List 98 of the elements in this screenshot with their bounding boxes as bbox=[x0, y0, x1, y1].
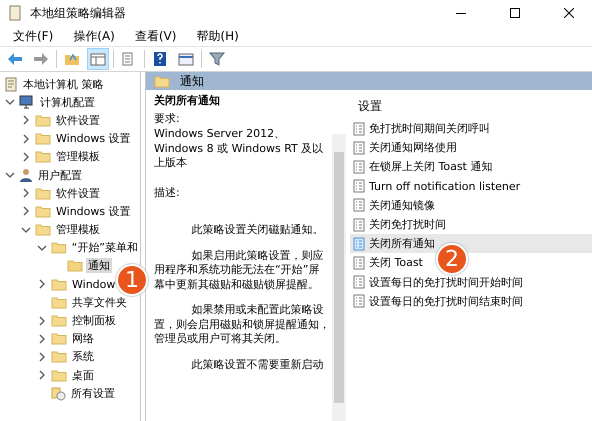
description-label: 描述: bbox=[154, 186, 181, 200]
chevron-right-icon[interactable] bbox=[21, 152, 31, 162]
tree-item[interactable]: 本地计算机 策略 bbox=[21, 76, 106, 92]
setting-item[interactable]: 设置每日的免打扰时间开始时间 bbox=[350, 272, 525, 292]
menu-item[interactable]: 查看(V) bbox=[126, 28, 186, 44]
minimize-icon bbox=[456, 12, 466, 14]
window-icon bbox=[178, 52, 194, 66]
policy-setting-icon bbox=[353, 179, 365, 194]
pane-icon bbox=[90, 52, 106, 66]
description-paragraph: 此策略设置关闭磁贴通知。 bbox=[190, 223, 324, 238]
settings-icon bbox=[51, 386, 66, 401]
setting-item[interactable]: 关闭通知镜像 bbox=[350, 196, 437, 215]
tree-item[interactable]: 管理模板 bbox=[54, 149, 102, 164]
setting-item[interactable]: 关闭 Toast bbox=[350, 253, 425, 272]
folder-icon bbox=[51, 241, 67, 254]
policy-setting-icon bbox=[353, 275, 365, 290]
folder-icon bbox=[51, 332, 67, 346]
tree-item[interactable]: 共享文件夹 bbox=[70, 294, 129, 310]
folder-icon bbox=[35, 223, 51, 236]
folder-icon bbox=[51, 350, 67, 364]
column-heading: 设置 bbox=[358, 98, 383, 115]
policy-setting-icon bbox=[353, 140, 365, 155]
help-icon bbox=[153, 51, 167, 67]
folder-icon bbox=[51, 278, 67, 291]
chevron-right-icon[interactable] bbox=[21, 188, 31, 198]
tree-item[interactable]: Window bbox=[70, 278, 118, 291]
setting-item[interactable]: 设置每日的免打扰时间结束时间 bbox=[350, 292, 525, 311]
chevron-right-icon[interactable] bbox=[21, 115, 31, 126]
folder-icon bbox=[51, 314, 67, 328]
chevron-right-icon[interactable] bbox=[37, 370, 47, 380]
tree-item[interactable]: 软件设置 bbox=[54, 186, 102, 201]
filter-icon bbox=[209, 51, 225, 67]
policy-setting-icon bbox=[353, 236, 365, 251]
description-paragraph: 如果禁用或未配置此策略设置，则会启用磁贴和锁屏提醒通知，管理员或用户可将其关闭。 bbox=[154, 303, 330, 346]
description-paragraph: 如果启用此策略设置，则应用程序和系统功能无法在“开始”屏幕中更新其磁贴和磁贴锁屏提醒。 bbox=[154, 248, 324, 292]
tree-item[interactable]: 桌面 bbox=[70, 368, 96, 383]
back-arrow-icon bbox=[7, 52, 23, 66]
tree-item[interactable]: 计算机配置 bbox=[38, 94, 97, 110]
setting-item[interactable]: 免打扰时间期间关闭呼叫 bbox=[350, 119, 492, 138]
tree-item[interactable]: 控制面板 bbox=[70, 313, 118, 328]
tree-item[interactable]: 管理模板 bbox=[54, 222, 102, 238]
tree-item[interactable]: 系统 bbox=[70, 349, 96, 364]
number-callout-tooltip: 1 bbox=[116, 264, 148, 296]
scrollbar[interactable] bbox=[332, 134, 346, 421]
setting-item[interactable]: 在锁屏上关闭 Toast 通知 bbox=[350, 157, 494, 177]
tree-item[interactable]: 通知 bbox=[86, 258, 112, 274]
tree-item[interactable]: 网络 bbox=[70, 331, 96, 346]
folder-icon bbox=[35, 150, 51, 164]
folder-icon bbox=[35, 186, 51, 200]
chevron-down-icon[interactable] bbox=[5, 97, 15, 108]
folder-icon bbox=[51, 368, 67, 382]
requirement-label: 要求: bbox=[154, 112, 181, 126]
menu-item[interactable]: 文件(F) bbox=[4, 28, 62, 44]
tree-item[interactable]: Windows 设置 bbox=[54, 204, 133, 219]
policy-setting-icon bbox=[353, 160, 365, 174]
folder-icon bbox=[67, 259, 83, 272]
setting-item[interactable]: Turn off notification listener bbox=[350, 176, 522, 196]
folder-icon bbox=[154, 74, 170, 88]
policy-setting-icon bbox=[353, 256, 365, 270]
forward-arrow-icon bbox=[33, 52, 49, 66]
tree-item[interactable]: 用户配置 bbox=[36, 168, 84, 183]
chevron-right-icon[interactable] bbox=[37, 334, 47, 344]
tree-item[interactable]: “开始”菜单和 bbox=[70, 240, 140, 256]
computer-icon bbox=[19, 95, 35, 110]
menu-item[interactable]: 操作(A) bbox=[64, 28, 124, 44]
policy-title: 关闭所有通知 bbox=[154, 94, 221, 108]
chevron-right-icon[interactable] bbox=[37, 279, 47, 290]
policy-setting-icon bbox=[353, 294, 365, 308]
setting-item[interactable]: 关闭通知网络使用 bbox=[350, 138, 459, 158]
policy-setting-icon bbox=[353, 122, 365, 136]
folder-up-icon bbox=[64, 52, 80, 66]
chevron-right-icon[interactable] bbox=[21, 206, 31, 216]
number-callout-tooltip: 2 bbox=[436, 243, 468, 275]
folder-icon bbox=[35, 114, 51, 127]
menu-item[interactable]: 帮助(H) bbox=[187, 28, 248, 44]
chevron-down-icon[interactable] bbox=[37, 242, 47, 253]
folder-icon bbox=[51, 296, 67, 309]
policy-setting-icon bbox=[353, 198, 365, 212]
toolbar-button[interactable] bbox=[87, 48, 109, 70]
chevron-right-icon[interactable] bbox=[37, 316, 47, 326]
description-paragraph: 此策略设置不需要重新启动 bbox=[190, 358, 324, 372]
chevron-right-icon[interactable] bbox=[21, 134, 31, 144]
setting-item[interactable]: 关闭免打扰时间 bbox=[350, 214, 448, 234]
tree-item[interactable]: Windows 设置 bbox=[54, 131, 133, 146]
chevron-down-icon[interactable] bbox=[5, 170, 15, 180]
header-title: 通知 bbox=[180, 72, 204, 90]
policy-setting-icon bbox=[353, 218, 365, 232]
requirement-text: Windows Server 2012、Windows 8 或 Windows RT 及以上版本 bbox=[154, 127, 324, 170]
maximize-icon bbox=[510, 8, 520, 18]
chevron-down-icon[interactable] bbox=[21, 224, 31, 235]
tree-item[interactable]: 软件设置 bbox=[54, 112, 102, 128]
user-icon bbox=[19, 168, 33, 183]
window-title: 本地组策略编辑器 bbox=[30, 4, 127, 22]
tree-item[interactable]: 所有设置 bbox=[69, 386, 117, 401]
chevron-right-icon[interactable] bbox=[37, 352, 47, 362]
folder-icon bbox=[35, 204, 51, 218]
close-icon bbox=[564, 8, 574, 18]
folder-icon bbox=[35, 132, 51, 146]
